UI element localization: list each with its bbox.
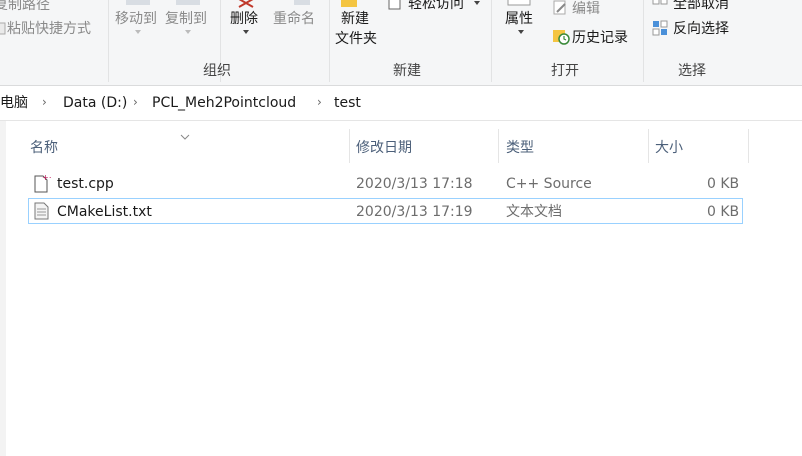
column-header-type[interactable]: 类型 xyxy=(506,137,534,157)
new-group-label: 新建 xyxy=(393,63,421,79)
svg-text:++: ++ xyxy=(42,173,51,182)
breadcrumb-drive[interactable]: Data (D:) xyxy=(63,94,127,112)
file-modified: 2020/3/13 17:19 xyxy=(356,204,473,220)
breadcrumb-this-pc[interactable]: 此电脑 xyxy=(0,94,28,112)
group-divider xyxy=(643,0,644,82)
rename-button[interactable]: 重命名 xyxy=(273,10,315,28)
rename-icon xyxy=(292,0,312,5)
copy-path-button[interactable]: 复制路径 xyxy=(0,0,50,14)
file-size: 0 KB xyxy=(707,176,740,192)
cpp-file-icon: ++ xyxy=(33,173,55,193)
file-type: 文本文档 xyxy=(506,204,562,220)
easy-access-button[interactable]: 轻松访问 xyxy=(408,0,464,13)
properties-icon xyxy=(506,0,532,6)
chevron-right-icon[interactable]: › xyxy=(42,95,47,109)
edit-icon xyxy=(552,0,568,16)
column-divider[interactable] xyxy=(648,129,649,163)
file-modified: 2020/3/13 17:18 xyxy=(356,176,473,192)
chevron-right-icon[interactable]: › xyxy=(317,95,322,109)
paste-shortcut-button[interactable]: 粘贴快捷方式 xyxy=(7,20,91,38)
organize-group-label: 组织 xyxy=(203,63,231,79)
history-icon xyxy=(552,27,570,45)
move-to-button[interactable]: 移动到 xyxy=(115,10,157,28)
column-header-modified[interactable]: 修改日期 xyxy=(356,137,412,157)
column-header-name[interactable]: 名称 xyxy=(30,137,58,157)
open-group-label: 打开 xyxy=(551,63,579,79)
delete-dropdown-icon xyxy=(243,30,249,34)
file-size: 0 KB xyxy=(707,204,740,220)
history-button[interactable]: 历史记录 xyxy=(572,29,628,47)
text-file-icon xyxy=(33,201,51,221)
invert-selection-icon xyxy=(652,20,668,36)
file-row[interactable]: ++ test.cpp 2020/3/13 17:18 C++ Source 0… xyxy=(28,171,743,197)
copy-to-button[interactable]: 复制到 xyxy=(165,10,207,28)
properties-button[interactable]: 属性 xyxy=(505,10,533,28)
ribbon: 复制路径 粘贴快捷方式 移动到 复制到 删除 重命名 组织 新建 文件夹 轻松访… xyxy=(0,0,802,86)
select-none-icon xyxy=(652,0,668,9)
copy-to-icon xyxy=(174,0,202,5)
delete-button[interactable]: 删除 xyxy=(230,10,258,28)
file-name: test.cpp xyxy=(57,176,114,192)
column-divider[interactable] xyxy=(498,129,499,163)
navigation-pane-edge xyxy=(0,121,6,456)
select-group-label: 选择 xyxy=(678,63,706,79)
file-row[interactable]: CMakeList.txt 2020/3/13 17:19 文本文档 0 KB xyxy=(28,198,743,224)
copy-to-dropdown-icon xyxy=(185,30,191,34)
column-divider[interactable] xyxy=(349,129,350,163)
column-header-size[interactable]: 大小 xyxy=(655,137,683,157)
file-type: C++ Source xyxy=(506,176,592,192)
address-bar[interactable]: 此电脑 › Data (D:) › PCL_Meh2Pointcloud › t… xyxy=(0,86,802,121)
new-folder-button[interactable]: 新建 xyxy=(341,10,369,28)
move-to-dropdown-icon xyxy=(135,30,141,34)
easy-access-dropdown-icon xyxy=(474,1,480,5)
new-folder-button-line2: 文件夹 xyxy=(335,31,377,47)
edit-button[interactable]: 编辑 xyxy=(572,0,600,18)
sort-arrow-icon xyxy=(180,126,190,140)
breadcrumb-current[interactable]: test xyxy=(334,94,361,112)
new-folder-icon xyxy=(340,0,358,7)
easy-access-icon xyxy=(388,0,402,10)
delete-icon xyxy=(236,0,256,8)
breadcrumb-folder[interactable]: PCL_Meh2Pointcloud xyxy=(152,94,296,112)
invert-selection-button[interactable]: 反向选择 xyxy=(673,20,729,38)
properties-dropdown-icon xyxy=(518,30,524,34)
group-divider xyxy=(491,0,492,82)
column-divider[interactable] xyxy=(748,129,749,163)
group-divider xyxy=(108,0,109,82)
select-none-button[interactable]: 全部取消 xyxy=(673,0,729,13)
move-to-icon xyxy=(124,0,152,5)
chevron-right-icon[interactable]: › xyxy=(133,95,138,109)
file-name: CMakeList.txt xyxy=(57,204,152,220)
group-divider xyxy=(329,0,330,82)
